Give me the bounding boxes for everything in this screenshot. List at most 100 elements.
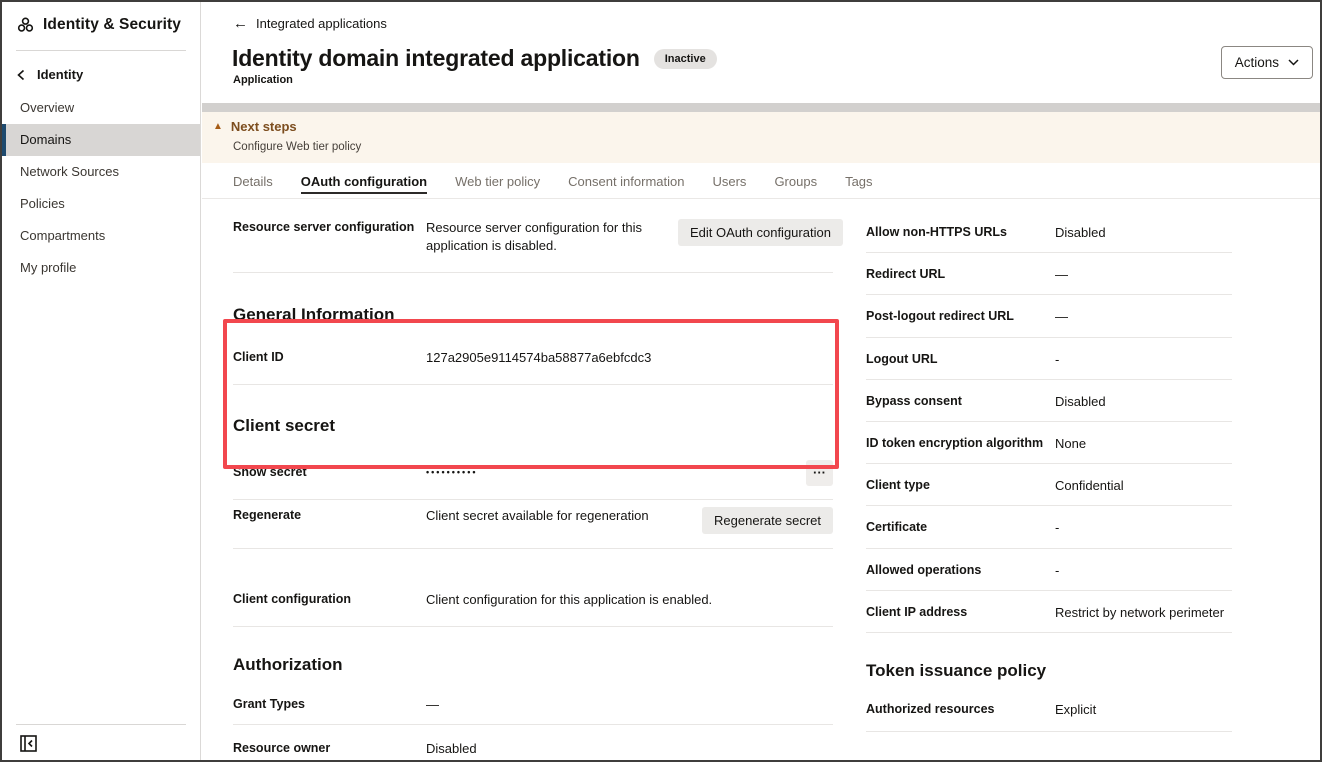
sidebar-group-identity[interactable]: Identity — [2, 51, 200, 92]
edit-oauth-configuration-button[interactable]: Edit OAuth configuration — [678, 219, 843, 246]
tab-oauth-configuration[interactable]: OAuth configuration — [301, 163, 427, 198]
field-value: Resource server configuration for this a… — [426, 219, 678, 255]
show-secret-row: Show secret •••••••••• ··· — [233, 436, 833, 500]
oauth-summary-panel: Allow non-HTTPS URLs Disabled Redirect U… — [866, 199, 1232, 732]
sidebar-header: Identity & Security — [2, 2, 200, 48]
panel-collapse-icon — [20, 735, 37, 752]
sidebar-item-domains[interactable]: Domains — [2, 124, 200, 156]
general-information-heading: General Information — [233, 305, 833, 325]
field-label: Client IP address — [866, 604, 1055, 621]
chevron-down-icon — [1288, 59, 1299, 66]
tab-groups[interactable]: Groups — [774, 163, 817, 198]
tab-users[interactable]: Users — [712, 163, 746, 198]
status-badge: Inactive — [654, 49, 717, 69]
field-value: Client configuration for this applicatio… — [426, 591, 712, 609]
field-value: Restrict by network perimeter — [1055, 604, 1224, 622]
secret-options-button[interactable]: ··· — [806, 460, 833, 486]
masked-secret-value: •••••••••• — [426, 466, 478, 479]
field-label: Post-logout redirect URL — [866, 308, 1055, 325]
resource-owner-row: Resource owner Disabled — [233, 725, 833, 762]
sidebar-group-label: Identity — [37, 67, 83, 82]
field-label: Client configuration — [233, 591, 426, 608]
ellipsis-icon: ··· — [813, 465, 826, 480]
token-issuance-policy-heading: Token issuance policy — [866, 661, 1232, 681]
field-value: - — [1055, 351, 1059, 369]
field-value: - — [1055, 562, 1059, 580]
client-configuration-row: Client configuration Client configuratio… — [233, 549, 833, 627]
field-value: Explicit — [1055, 701, 1096, 719]
sidebar-bottom-divider — [16, 724, 186, 725]
field-label: Logout URL — [866, 351, 1055, 368]
field-value: Disabled — [1055, 224, 1106, 242]
warning-icon: ▲ — [213, 122, 223, 132]
page-title: Identity domain integrated application — [232, 45, 640, 72]
grant-types-row: Grant Types — — [233, 681, 833, 725]
field-label: Resource server configuration — [233, 219, 426, 236]
field-value: Disabled — [1055, 393, 1106, 411]
header-divider-strip — [202, 103, 1320, 112]
field-label: Bypass consent — [866, 393, 1055, 410]
actions-button-label: Actions — [1235, 55, 1279, 70]
sidebar-item-overview[interactable]: Overview — [2, 92, 200, 124]
client-id-value: 127a2905e9114574ba58877a6ebfcdc3 — [426, 349, 651, 367]
field-label: Show secret — [233, 464, 426, 481]
chevron-left-icon — [17, 69, 25, 81]
field-value: Confidential — [1055, 477, 1124, 495]
bypass-consent-row: Bypass consent Disabled — [866, 380, 1232, 422]
field-label: Redirect URL — [866, 266, 1055, 283]
collapse-sidebar-button[interactable] — [18, 733, 38, 753]
back-link-label: Integrated applications — [256, 16, 387, 31]
tab-details[interactable]: Details — [233, 163, 273, 198]
field-value: - — [1055, 519, 1059, 537]
tab-web-tier-policy[interactable]: Web tier policy — [455, 163, 540, 198]
field-label: Resource owner — [233, 740, 426, 757]
allow-non-https-row: Allow non-HTTPS URLs Disabled — [866, 211, 1232, 253]
field-label: Allow non-HTTPS URLs — [866, 224, 1055, 241]
certificate-row: Certificate - — [866, 506, 1232, 548]
next-steps-banner: ▲ Next steps Configure Web tier policy — [202, 112, 1320, 163]
field-value: — — [1055, 266, 1068, 284]
breadcrumb-back-link[interactable]: ← Integrated applications — [233, 16, 387, 31]
redirect-url-row: Redirect URL — — [866, 253, 1232, 295]
post-logout-redirect-url-row: Post-logout redirect URL — — [866, 295, 1232, 337]
identity-security-icon — [17, 17, 34, 33]
tab-tags[interactable]: Tags — [845, 163, 872, 198]
client-id-row: Client ID 127a2905e9114574ba58877a6ebfcd… — [233, 325, 833, 384]
page-header: ← Integrated applications Identity domai… — [202, 2, 1320, 103]
field-label: Allowed operations — [866, 562, 1055, 579]
regenerate-secret-button[interactable]: Regenerate secret — [702, 507, 833, 534]
banner-title: Next steps — [231, 119, 297, 134]
oci-console-window: Identity & Security Identity Overview Do… — [0, 0, 1322, 762]
logout-url-row: Logout URL - — [866, 338, 1232, 380]
configure-web-tier-policy-link[interactable]: Configure Web tier policy — [233, 141, 361, 153]
actions-button[interactable]: Actions — [1221, 46, 1313, 79]
allowed-operations-row: Allowed operations - — [866, 549, 1232, 591]
field-label: Authorized resources — [866, 701, 1055, 718]
sidebar: Identity & Security Identity Overview Do… — [2, 2, 201, 760]
app-title: Identity & Security — [43, 16, 181, 34]
resource-server-row: Resource server configuration Resource s… — [233, 199, 833, 273]
back-arrow-icon: ← — [233, 16, 248, 31]
field-value: None — [1055, 435, 1086, 453]
sidebar-item-compartments[interactable]: Compartments — [2, 220, 200, 252]
field-label: ID token encryption algorithm — [866, 435, 1055, 452]
field-value: — — [1055, 308, 1068, 326]
sidebar-item-network-sources[interactable]: Network Sources — [2, 156, 200, 188]
field-label: Client ID — [233, 349, 426, 366]
tab-bar: Details OAuth configuration Web tier pol… — [202, 163, 1320, 199]
client-secret-heading: Client secret — [233, 416, 833, 436]
field-value: — — [426, 696, 439, 714]
sidebar-item-my-profile[interactable]: My profile — [2, 252, 200, 284]
field-value: Disabled — [426, 740, 477, 758]
id-token-encryption-row: ID token encryption algorithm None — [866, 422, 1232, 464]
field-label: Regenerate — [233, 507, 426, 524]
authorization-heading: Authorization — [233, 655, 833, 675]
field-label: Client type — [866, 477, 1055, 494]
field-value: Client secret available for regeneration — [426, 507, 649, 525]
authorized-resources-row: Authorized resources Explicit — [866, 681, 1232, 732]
tab-consent-information[interactable]: Consent information — [568, 163, 684, 198]
field-label: Grant Types — [233, 696, 426, 713]
sidebar-item-policies[interactable]: Policies — [2, 188, 200, 220]
regenerate-row: Regenerate Client secret available for r… — [233, 500, 833, 549]
field-label: Certificate — [866, 519, 1055, 536]
